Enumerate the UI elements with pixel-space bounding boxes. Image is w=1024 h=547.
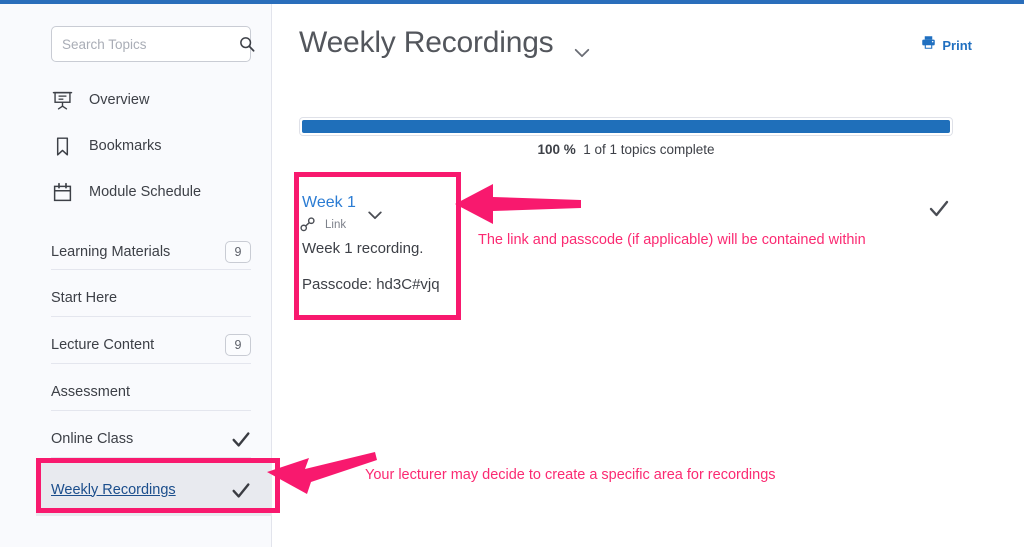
sidebar-item-label: Start Here <box>51 289 118 306</box>
print-button[interactable]: Print <box>921 35 972 55</box>
sidebar-item-weekly-recordings[interactable]: Weekly Recordings <box>36 463 272 516</box>
divider <box>51 457 251 458</box>
topic-meta: Link <box>299 216 346 233</box>
search-input[interactable] <box>62 36 239 52</box>
checkmark-icon <box>230 479 252 501</box>
checkmark-icon <box>230 428 252 450</box>
progress-caption: 100 % 1 of 1 topics complete <box>299 142 953 157</box>
sidebar-item-overview[interactable]: Overview <box>51 84 251 116</box>
sidebar-item-label: Assessment <box>51 383 130 400</box>
topic-count-badge: 9 <box>225 240 251 263</box>
chevron-down-icon[interactable] <box>573 46 591 58</box>
topic-description: Week 1 recording. <box>302 240 424 257</box>
divider <box>51 363 251 364</box>
printer-icon <box>921 35 936 55</box>
sidebar-item-module-schedule[interactable]: Module Schedule <box>51 176 251 208</box>
divider <box>51 269 251 270</box>
sidebar-item-label: Module Schedule <box>89 184 202 200</box>
search-topics-container[interactable] <box>51 26 255 62</box>
calendar-icon <box>51 181 73 203</box>
topic-type-label: Link <box>325 218 347 231</box>
link-chain-icon <box>299 216 316 233</box>
search-icon[interactable] <box>239 36 255 52</box>
main-content: Weekly Recordings Print 100 % 1 of 1 top… <box>273 4 1024 547</box>
divider <box>51 410 251 411</box>
sidebar-item-label: Overview <box>89 92 150 108</box>
sidebar-item-learning-materials[interactable]: Learning Materials 9 <box>36 228 272 275</box>
annotation-text-sidebar: Your lecturer may decide to create a spe… <box>365 467 776 483</box>
topic-title-link[interactable]: Week 1 <box>302 194 356 212</box>
topic-item: Week 1 Link Week 1 recording. Passcode: … <box>299 184 959 314</box>
chevron-down-icon[interactable] <box>367 208 383 220</box>
sidebar-item-label: Learning Materials <box>51 243 171 260</box>
presentation-screen-icon <box>51 89 73 111</box>
sidebar-item-assessment[interactable]: Assessment <box>36 368 272 415</box>
sidebar-item-label: Online Class <box>51 430 134 447</box>
print-label: Print <box>942 37 972 53</box>
divider <box>51 316 251 317</box>
bookmark-icon <box>51 135 73 157</box>
topic-count-badge: 9 <box>225 333 251 356</box>
sidebar-item-lecture-content[interactable]: Lecture Content 9 <box>36 321 272 368</box>
progress-topics-text: 1 of 1 topics complete <box>583 142 715 157</box>
sidebar-item-label: Weekly Recordings <box>51 481 176 498</box>
checkmark-icon <box>927 196 951 220</box>
progress-bar <box>299 117 953 136</box>
annotation-text-topic: The link and passcode (if applicable) wi… <box>478 232 866 248</box>
sidebar-item-label: Bookmarks <box>89 138 162 154</box>
sidebar-item-label: Lecture Content <box>51 336 155 353</box>
progress-bar-fill <box>302 120 950 133</box>
sidebar-item-bookmarks[interactable]: Bookmarks <box>51 130 251 162</box>
sidebar-item-start-here[interactable]: Start Here <box>36 274 272 321</box>
progress-percent: 100 % <box>537 142 576 157</box>
course-sidebar: Overview Bookmarks Module Schedule <box>0 4 272 547</box>
course-content-page: Overview Bookmarks Module Schedule <box>0 0 1024 547</box>
topic-passcode: Passcode: hd3C#vjq <box>302 276 440 293</box>
sidebar-item-online-class[interactable]: Online Class <box>36 415 272 462</box>
page-title: Weekly Recordings <box>299 26 554 59</box>
